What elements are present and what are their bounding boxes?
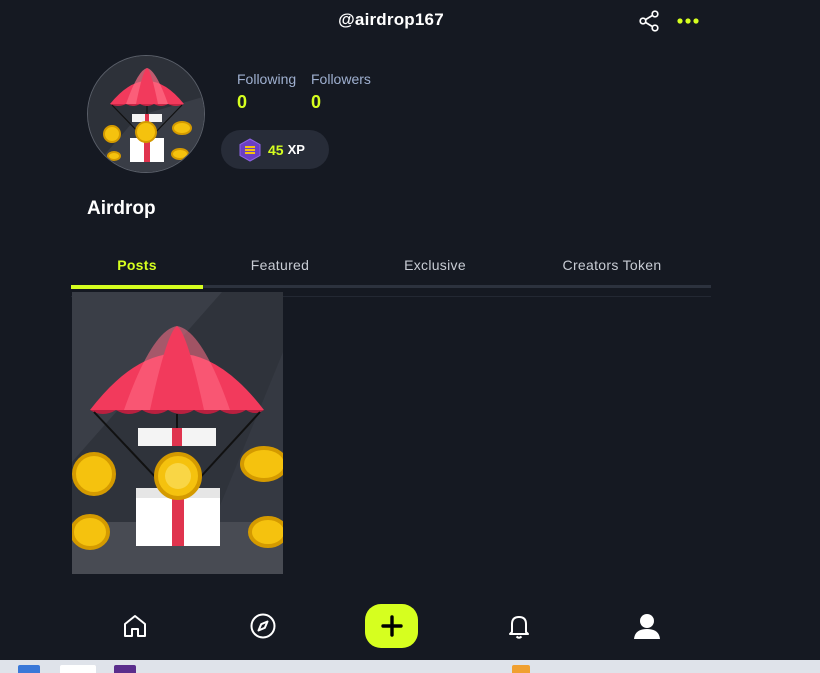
post-thumbnail[interactable] [72, 292, 283, 574]
user-icon [634, 614, 660, 639]
nav-profile-button[interactable] [629, 608, 665, 644]
following-label: Following [237, 71, 297, 87]
compass-icon [250, 613, 276, 639]
nav-explore-button[interactable] [245, 608, 281, 644]
nav-notifications-button[interactable] [501, 608, 537, 644]
plus-icon [380, 615, 403, 637]
tab-exclusive[interactable]: Exclusive [357, 250, 513, 286]
airdrop-post-image [72, 292, 283, 574]
nav-create-button[interactable] [365, 604, 418, 648]
os-taskbar [0, 660, 820, 673]
xp-level-icon [239, 137, 261, 162]
more-dots-icon [677, 18, 699, 24]
display-name: Airdrop [87, 198, 156, 219]
taskbar-browser-icon[interactable] [60, 665, 96, 673]
tab-featured[interactable]: Featured [203, 250, 357, 286]
avatar[interactable] [87, 55, 205, 173]
taskbar-app-icon[interactable] [114, 665, 136, 673]
followers-count: 0 [311, 92, 322, 112]
home-icon [124, 615, 146, 637]
airdrop-avatar-image [88, 56, 204, 172]
followers-stat[interactable]: Followers 0 [311, 71, 371, 113]
following-stat[interactable]: Following 0 [237, 71, 296, 113]
profile-username: @airdrop167 [338, 10, 444, 29]
nav-home-button[interactable] [117, 608, 153, 644]
followers-label: Followers [311, 71, 371, 87]
taskbar-app-icon-2[interactable] [512, 665, 530, 673]
tab-posts[interactable]: Posts [71, 250, 203, 286]
share-button[interactable] [637, 9, 661, 33]
bell-icon [509, 616, 529, 639]
xp-unit: XP [287, 142, 305, 157]
share-icon [639, 10, 659, 32]
xp-badge[interactable]: 45 XP [221, 130, 329, 169]
following-count: 0 [237, 92, 248, 112]
profile-tabs: Posts Featured Exclusive Creators Token [71, 250, 711, 290]
tab-creators-token[interactable]: Creators Token [513, 250, 711, 286]
taskbar-start-icon[interactable] [18, 665, 40, 673]
xp-value: 45 [268, 141, 284, 158]
tab-active-indicator [71, 285, 203, 289]
more-options-button[interactable] [675, 9, 701, 33]
